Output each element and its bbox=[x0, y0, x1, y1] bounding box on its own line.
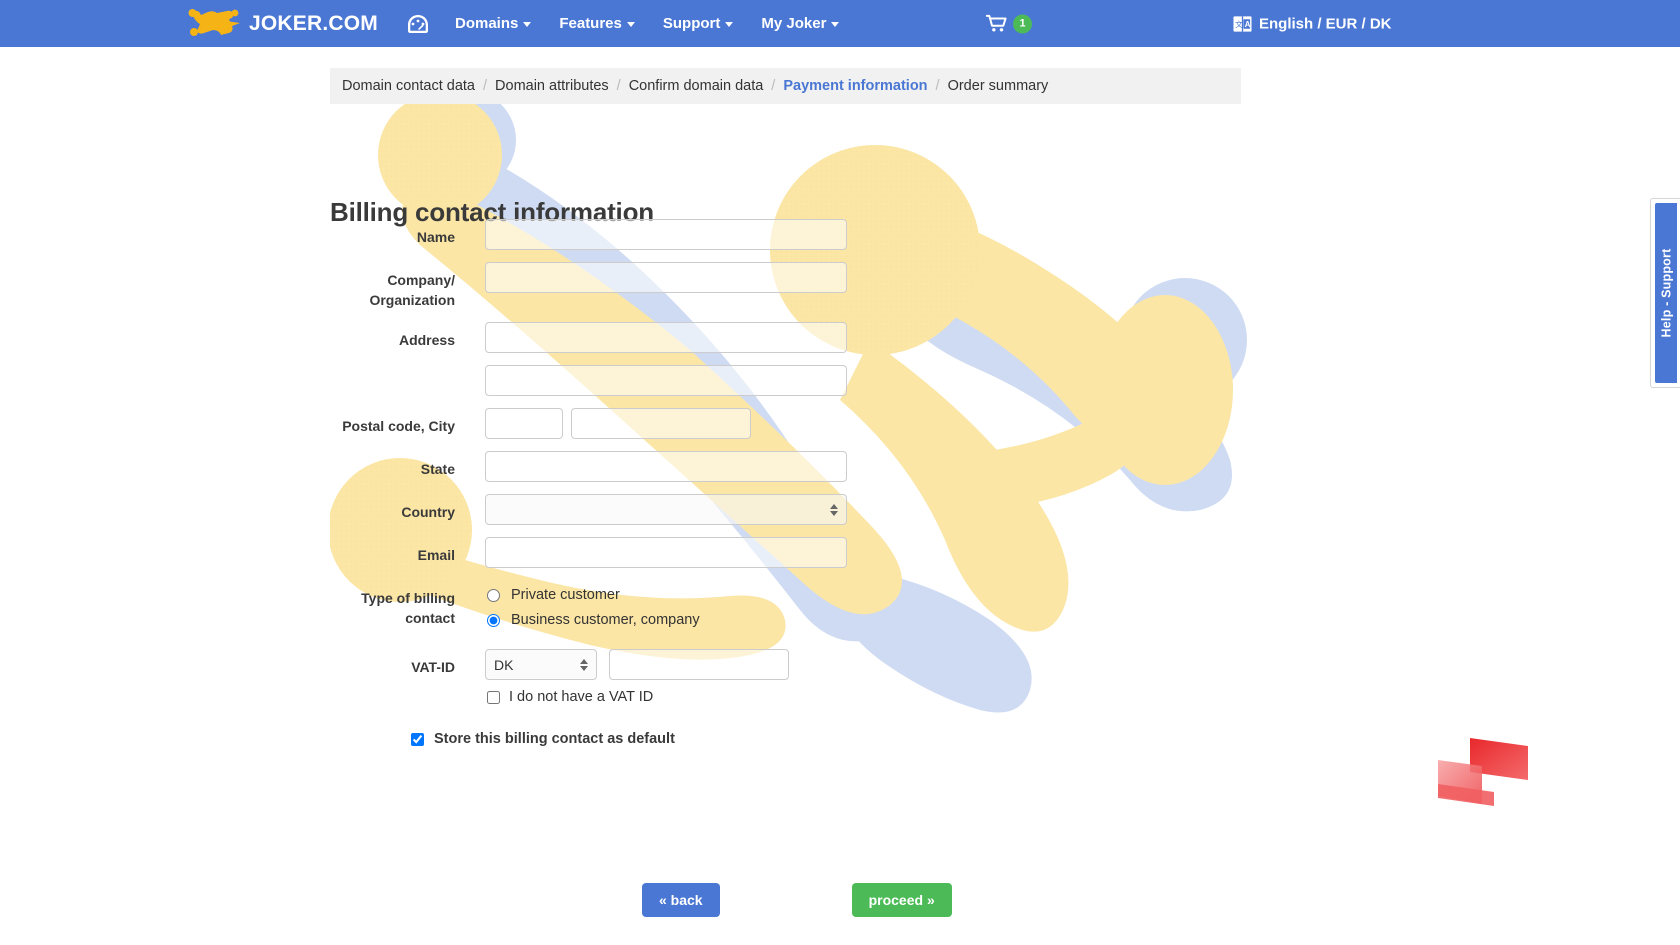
email-input[interactable] bbox=[485, 537, 847, 568]
address-line2-input[interactable] bbox=[485, 365, 847, 396]
help-support-tab-container: Help - Support bbox=[1650, 198, 1680, 388]
no-vat-id-checkbox[interactable] bbox=[487, 690, 500, 704]
label-vat-id: VAT-ID bbox=[411, 659, 455, 675]
form-row-vat-id: VAT-ID DK I do not have a VAT ID bbox=[330, 649, 1230, 705]
breadcrumb-step-order-summary[interactable]: Order summary bbox=[948, 78, 1049, 94]
breadcrumb-separator: / bbox=[616, 78, 621, 94]
shopping-cart-button[interactable]: 1 bbox=[986, 14, 1032, 33]
vat-country-select-wrapper: DK bbox=[485, 649, 597, 680]
form-action-bar: « back proceed » bbox=[330, 883, 1241, 917]
label-type-of-billing-contact: Type of billing contact bbox=[330, 580, 485, 628]
shopping-cart-icon bbox=[986, 14, 1007, 32]
radio-label-private-customer[interactable]: Private customer bbox=[511, 587, 620, 603]
city-input[interactable] bbox=[571, 408, 752, 439]
address-line1-input[interactable] bbox=[485, 322, 847, 353]
breadcrumb-step-confirm-domain-data[interactable]: Confirm domain data bbox=[629, 78, 764, 94]
chevron-down-icon bbox=[523, 22, 532, 27]
store-billing-default-label[interactable]: Store this billing contact as default bbox=[434, 731, 675, 747]
locale-label: English / EUR / DK bbox=[1259, 15, 1392, 32]
nav-item-support[interactable]: Support bbox=[663, 15, 734, 32]
label-billing-type-line2: contact bbox=[405, 610, 455, 626]
primary-nav-links: Domains Features Support My Joker bbox=[454, 15, 840, 32]
breadcrumb-separator: / bbox=[483, 78, 488, 94]
checkout-breadcrumb: Domain contact data / Domain attributes … bbox=[330, 68, 1241, 104]
radio-label-business-customer[interactable]: Business customer, company bbox=[511, 612, 700, 628]
red-ribbon-logo bbox=[1438, 738, 1528, 806]
brand-name: JOKER.COM bbox=[249, 11, 378, 35]
svg-text:A: A bbox=[1245, 20, 1251, 29]
breadcrumb-step-domain-contact-data[interactable]: Domain contact data bbox=[342, 78, 475, 94]
form-row-postal-city: Postal code, City bbox=[330, 408, 1230, 439]
label-company-line2: Organization bbox=[369, 292, 455, 308]
form-row-email: Email bbox=[330, 537, 1230, 568]
form-row-billing-type: Type of billing contact Private customer… bbox=[330, 580, 1230, 637]
form-row-company: Company/ Organization bbox=[330, 262, 1230, 310]
radio-business-customer[interactable] bbox=[487, 613, 500, 627]
company-input[interactable] bbox=[485, 262, 847, 293]
radio-option-private-customer[interactable]: Private customer bbox=[485, 587, 1230, 603]
vat-country-select[interactable]: DK bbox=[485, 649, 597, 680]
brand-logo-link[interactable]: JOKER.COM bbox=[186, 8, 378, 40]
billing-contact-form: Name Company/ Organization Address Posta… bbox=[330, 219, 1230, 747]
form-row-name: Name bbox=[330, 219, 1230, 250]
language-book-icon: 文 A bbox=[1233, 15, 1252, 32]
label-country: Country bbox=[401, 504, 455, 520]
label-state: State bbox=[420, 461, 455, 477]
nav-item-domains[interactable]: Domains bbox=[454, 15, 532, 32]
nav-label-features: Features bbox=[559, 15, 622, 32]
form-row-state: State bbox=[330, 451, 1230, 482]
state-input[interactable] bbox=[485, 451, 847, 482]
label-postal-code-city: Postal code, City bbox=[342, 418, 455, 434]
store-billing-default-checkbox[interactable] bbox=[411, 732, 424, 746]
nav-item-my-joker[interactable]: My Joker bbox=[761, 15, 840, 32]
vat-number-input[interactable] bbox=[609, 649, 790, 680]
breadcrumb-separator: / bbox=[935, 78, 940, 94]
nav-label-domains: Domains bbox=[454, 15, 519, 32]
checkbox-row-no-vat-id[interactable]: I do not have a VAT ID bbox=[485, 689, 1230, 705]
no-vat-id-label[interactable]: I do not have a VAT ID bbox=[509, 689, 653, 705]
label-address: Address bbox=[398, 332, 455, 348]
chevron-down-icon bbox=[626, 22, 635, 27]
breadcrumb-step-domain-attributes[interactable]: Domain attributes bbox=[495, 78, 609, 94]
dashboard-icon[interactable] bbox=[406, 12, 430, 36]
nav-label-my-joker: My Joker bbox=[761, 15, 827, 32]
form-row-country: Country bbox=[330, 494, 1230, 525]
form-row-address: Address bbox=[330, 322, 1230, 353]
label-email: Email bbox=[417, 547, 455, 563]
postal-code-input[interactable] bbox=[485, 408, 563, 439]
breadcrumb-step-payment-information[interactable]: Payment information bbox=[783, 78, 927, 94]
help-support-tab-label: Help - Support bbox=[1659, 248, 1673, 338]
radio-private-customer[interactable] bbox=[487, 588, 500, 602]
nav-item-features[interactable]: Features bbox=[559, 15, 635, 32]
nav-label-support: Support bbox=[662, 15, 721, 32]
help-support-tab[interactable]: Help - Support bbox=[1655, 203, 1677, 383]
label-company-line1: Company/ bbox=[387, 272, 455, 288]
svg-text:文: 文 bbox=[1235, 18, 1243, 28]
jester-hat-icon bbox=[188, 8, 240, 36]
back-button[interactable]: « back bbox=[642, 883, 720, 917]
cart-count-badge: 1 bbox=[1013, 14, 1032, 33]
country-select-wrapper bbox=[485, 494, 847, 525]
top-navigation-bar: JOKER.COM Domains Features Support My Jo… bbox=[0, 0, 1680, 47]
country-select[interactable] bbox=[485, 494, 847, 525]
name-input[interactable] bbox=[485, 219, 847, 250]
radio-option-business-customer[interactable]: Business customer, company bbox=[485, 612, 1230, 628]
label-name: Name bbox=[416, 229, 455, 245]
form-row-address2 bbox=[330, 365, 1230, 396]
label-billing-type-line1: Type of billing bbox=[361, 590, 455, 606]
breadcrumb-separator: / bbox=[771, 78, 776, 94]
chevron-down-icon bbox=[725, 22, 734, 27]
locale-selector[interactable]: 文 A English / EUR / DK bbox=[1233, 14, 1392, 33]
proceed-button[interactable]: proceed » bbox=[851, 883, 952, 917]
label-company-organization: Company/ Organization bbox=[330, 262, 485, 310]
label-address-line2 bbox=[330, 365, 485, 373]
chevron-down-icon bbox=[831, 22, 840, 27]
checkbox-row-store-default[interactable]: Store this billing contact as default bbox=[330, 731, 1230, 747]
